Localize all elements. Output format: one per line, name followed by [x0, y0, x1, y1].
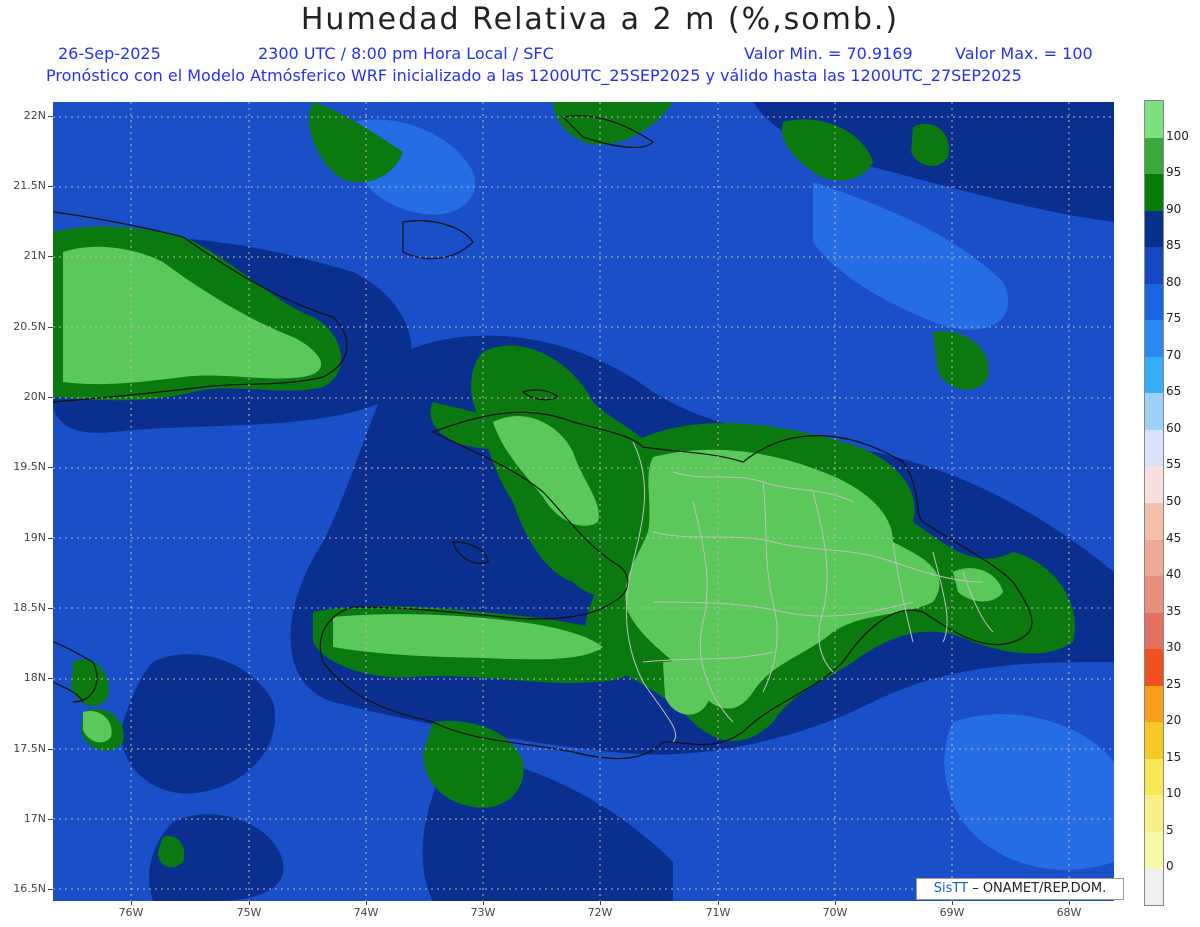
colorbar-label: 5	[1166, 822, 1174, 837]
colorbar-segment	[1145, 393, 1163, 431]
lon-label: 68W	[1056, 906, 1082, 919]
lon-label: 74W	[353, 906, 379, 919]
colorbar-label: 45	[1166, 530, 1182, 545]
colorbar-segment	[1145, 174, 1163, 212]
lat-label: 17N	[23, 812, 46, 825]
colorbar-segment	[1145, 247, 1163, 285]
colorbar-segment	[1145, 758, 1163, 796]
colorbar-label: 80	[1166, 274, 1182, 289]
lat-label: 21N	[23, 249, 46, 262]
colorbar-label: 90	[1166, 201, 1182, 216]
lat-label: 21.5N	[13, 179, 46, 192]
valid-time: 2300 UTC / 8:00 pm Hora Local / SFC	[258, 44, 554, 63]
colorbar-label: 95	[1166, 165, 1182, 180]
colorbar-label: 20	[1166, 713, 1182, 728]
colorbar-segment	[1145, 685, 1163, 723]
lon-tick	[366, 901, 367, 905]
lon-tick	[718, 901, 719, 905]
lat-tick	[48, 116, 53, 117]
lat-label: 18N	[23, 671, 46, 684]
colorbar-segment	[1145, 539, 1163, 577]
credit-text: – ONAMET/REP.DOM.	[968, 881, 1107, 896]
colorbar-label: 35	[1166, 603, 1182, 618]
lon-label: 73W	[470, 906, 496, 919]
map-title: Humedad Relativa a 2 m (%,somb.)	[300, 2, 900, 37]
lat-tick	[48, 327, 53, 328]
colorbar-label: 40	[1166, 567, 1182, 582]
lon-tick	[600, 901, 601, 905]
colorbar-segment	[1145, 576, 1163, 614]
colorbar-label: 10	[1166, 786, 1182, 801]
lon-label: 71W	[705, 906, 731, 919]
colorbar-label: 100	[1166, 128, 1189, 143]
colorbar-label: 25	[1166, 676, 1182, 691]
lat-label: 16.5N	[13, 882, 46, 895]
lon-tick	[835, 901, 836, 905]
colorbar-label: 65	[1166, 384, 1182, 399]
colorbar-label: 85	[1166, 238, 1182, 253]
colorbar-segment	[1145, 722, 1163, 760]
colorbar-segment	[1145, 210, 1163, 248]
colorbar-segment	[1145, 356, 1163, 394]
colorbar-segment	[1145, 283, 1163, 321]
colorbar-label: 70	[1166, 347, 1182, 362]
colorbar-segment	[1145, 320, 1163, 358]
lon-tick	[249, 901, 250, 905]
credit-brand: SisTT	[933, 881, 969, 896]
lat-tick	[48, 749, 53, 750]
lat-label: 19.5N	[13, 460, 46, 473]
colorbar-label: 30	[1166, 640, 1182, 655]
lat-tick	[48, 397, 53, 398]
humidity-map	[53, 102, 1114, 901]
colorbar	[1144, 100, 1164, 906]
min-value: Valor Min. = 70.9169	[744, 44, 913, 63]
lat-tick	[48, 538, 53, 539]
lon-tick	[483, 901, 484, 905]
lat-tick	[48, 256, 53, 257]
lat-label: 18.5N	[13, 601, 46, 614]
colorbar-segment	[1145, 649, 1163, 687]
lat-tick	[48, 889, 53, 890]
colorbar-segment	[1145, 612, 1163, 650]
lat-label: 22N	[23, 109, 46, 122]
colorbar-label: 15	[1166, 749, 1182, 764]
lon-tick	[1069, 901, 1070, 905]
colorbar-segment	[1145, 466, 1163, 504]
colorbar-segment	[1145, 101, 1163, 139]
colorbar-label: 50	[1166, 494, 1182, 508]
lat-tick	[48, 186, 53, 187]
lat-tick	[48, 467, 53, 468]
colorbar-segment	[1145, 795, 1163, 833]
lon-label: 69W	[939, 906, 965, 919]
colorbar-segment	[1145, 503, 1163, 541]
lat-label: 20.5N	[13, 320, 46, 333]
lat-label: 20N	[23, 390, 46, 403]
colorbar-segment	[1145, 831, 1163, 869]
colorbar-label: 60	[1166, 420, 1182, 435]
colorbar-segment	[1145, 137, 1163, 175]
colorbar-label: 55	[1166, 457, 1182, 472]
colorbar-segment	[1145, 868, 1163, 906]
lon-label: 70W	[822, 906, 848, 919]
lon-label: 76W	[118, 906, 144, 919]
lat-tick	[48, 608, 53, 609]
colorbar-segment	[1145, 429, 1163, 467]
lon-label: 75W	[236, 906, 262, 919]
credit-box: SisTT – ONAMET/REP.DOM.	[916, 878, 1124, 900]
lat-tick	[48, 819, 53, 820]
model-info: Pronóstico con el Modelo Atmósferico WRF…	[46, 66, 1022, 85]
lat-tick	[48, 678, 53, 679]
lon-tick	[131, 901, 132, 905]
lon-tick	[952, 901, 953, 905]
colorbar-label: 75	[1166, 311, 1182, 326]
valid-date: 26-Sep-2025	[58, 44, 161, 63]
lat-label: 19N	[23, 531, 46, 544]
max-value: Valor Max. = 100	[955, 44, 1093, 63]
lat-label: 17.5N	[13, 742, 46, 755]
colorbar-label: 0	[1166, 859, 1174, 874]
lon-label: 72W	[587, 906, 613, 919]
